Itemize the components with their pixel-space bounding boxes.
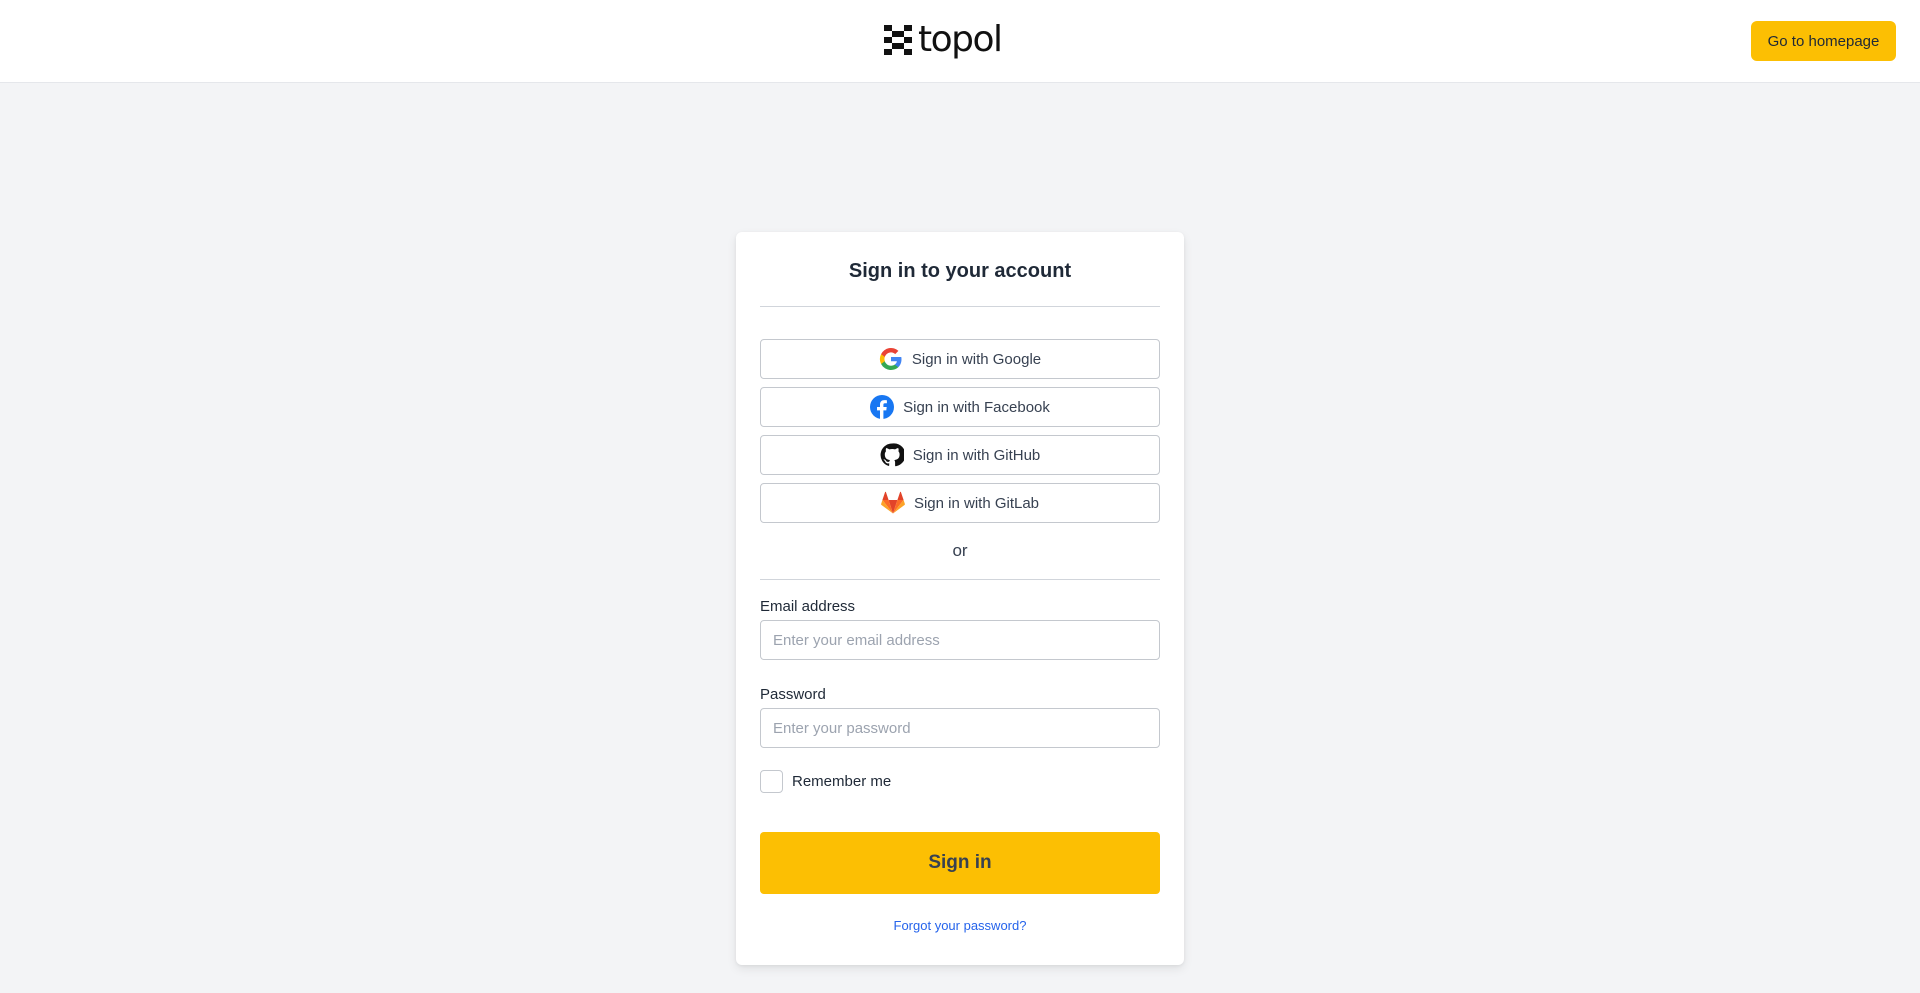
logo-text: topol (918, 19, 1003, 60)
password-label: Password (760, 686, 826, 703)
page-title: Sign in to your account (848, 260, 1072, 282)
password-input[interactable] (760, 708, 1160, 748)
remember-me-row[interactable]: Remember me (760, 770, 891, 793)
facebook-icon (870, 395, 895, 419)
topol-logo[interactable]: topol (884, 19, 1003, 60)
github-button-label: Sign in with GitHub (912, 446, 1041, 464)
forgot-password-link[interactable]: Forgot your password? (736, 918, 1184, 933)
sign-in-with-github-button[interactable]: Sign in with GitHub (760, 435, 1160, 475)
or-divider (760, 579, 1160, 580)
or-separator-text: or (952, 541, 968, 560)
email-label: Email address (760, 598, 856, 615)
google-icon (879, 347, 902, 371)
gitlab-button-label: Sign in with GitLab (913, 494, 1040, 512)
top-header: topol Go to homepage (0, 0, 1920, 83)
sign-in-with-facebook-button[interactable]: Sign in with Facebook (760, 387, 1160, 427)
github-icon (880, 443, 904, 467)
remember-me-label: Remember me (792, 773, 892, 790)
google-button-label: Sign in with Google (911, 350, 1042, 368)
sign-in-with-google-button[interactable]: Sign in with Google (760, 339, 1160, 379)
title-divider (760, 306, 1160, 307)
sign-in-button[interactable]: Sign in (760, 832, 1160, 894)
topol-logo-mark-icon (884, 25, 912, 55)
remember-me-checkbox[interactable] (760, 770, 783, 793)
gitlab-icon (881, 491, 905, 514)
signin-card: Sign in to your account Sign in with Goo… (736, 232, 1184, 965)
email-input[interactable] (760, 620, 1160, 660)
go-to-homepage-button[interactable]: Go to homepage (1751, 21, 1896, 61)
facebook-button-label: Sign in with Facebook (903, 398, 1050, 416)
sign-in-with-gitlab-button[interactable]: Sign in with GitLab (760, 483, 1160, 523)
